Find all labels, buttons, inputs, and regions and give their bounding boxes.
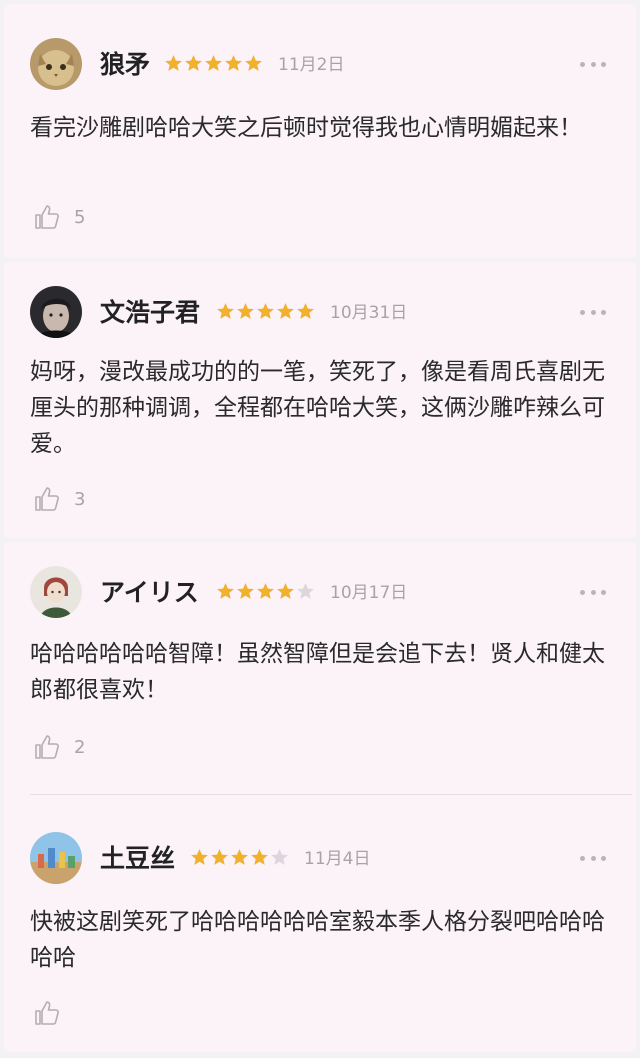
star-filled-icon bbox=[251, 849, 268, 865]
more-options-icon[interactable] bbox=[580, 854, 606, 862]
review-header: 土豆丝 11月4日 bbox=[4, 832, 636, 888]
review-header: 文浩子君 10月31日 bbox=[4, 286, 636, 342]
review-date: 10月17日 bbox=[330, 583, 408, 603]
divider bbox=[30, 794, 632, 795]
review-card: アイリス 10月17日 哈哈哈哈哈哈智障！虽然智障但是会追下去！贤人和健太郎都很… bbox=[4, 542, 636, 1052]
review-card: 狼矛 11月2日 看完沙雕剧哈哈大笑之后顿时觉得我也心情明媚起来！ 5 bbox=[4, 4, 636, 258]
avatar[interactable] bbox=[30, 38, 82, 90]
like-button[interactable]: 2 bbox=[34, 732, 85, 762]
review-text: 妈呀，漫改最成功的的一笔，笑死了，像是看周氏喜剧无厘头的那种调调，全程都在哈哈大… bbox=[30, 359, 605, 457]
star-filled-icon bbox=[191, 849, 208, 865]
like-count: 5 bbox=[74, 206, 86, 228]
like-count: 2 bbox=[74, 736, 86, 758]
more-options-icon[interactable] bbox=[580, 588, 606, 596]
star-filled-icon bbox=[277, 583, 294, 599]
star-filled-icon bbox=[237, 583, 254, 599]
star-filled-icon bbox=[165, 55, 182, 71]
star-filled-icon bbox=[217, 583, 234, 599]
review-text: 看完沙雕剧哈哈大笑之后顿时觉得我也心情明媚起来！ bbox=[30, 115, 582, 141]
star-filled-icon bbox=[225, 55, 242, 71]
star-filled-icon bbox=[185, 55, 202, 71]
like-button[interactable]: 3 bbox=[34, 484, 85, 514]
reviewer-name[interactable]: 土豆丝 bbox=[100, 844, 175, 874]
avatar[interactable] bbox=[30, 286, 82, 338]
thumbs-up-icon bbox=[35, 487, 59, 511]
rating-stars bbox=[190, 848, 289, 872]
review-card: 文浩子君 10月31日 妈呀，漫改最成功的的一笔，笑死了，像是看周氏喜剧无厘头的… bbox=[4, 262, 636, 538]
more-options-icon[interactable] bbox=[580, 60, 606, 68]
review-date: 11月4日 bbox=[304, 849, 371, 869]
review-header: 狼矛 11月2日 bbox=[4, 38, 636, 94]
like-button[interactable] bbox=[34, 998, 74, 1028]
more-options-icon[interactable] bbox=[580, 308, 606, 316]
review-date: 11月2日 bbox=[278, 55, 345, 75]
thumbs-up-icon bbox=[35, 205, 59, 229]
avatar[interactable] bbox=[30, 566, 82, 618]
star-empty-icon bbox=[271, 849, 288, 865]
star-filled-icon bbox=[257, 583, 274, 599]
review-text: 哈哈哈哈哈哈智障！虽然智障但是会追下去！贤人和健太郎都很喜欢！ bbox=[30, 641, 605, 703]
star-filled-icon bbox=[205, 55, 222, 71]
star-filled-icon bbox=[257, 303, 274, 319]
reviewer-name[interactable]: アイリス bbox=[100, 578, 199, 608]
reviewer-name[interactable]: 文浩子君 bbox=[100, 298, 200, 328]
reviewer-name[interactable]: 狼矛 bbox=[100, 50, 150, 80]
star-filled-icon bbox=[217, 303, 234, 319]
rating-stars bbox=[216, 302, 315, 326]
star-filled-icon bbox=[231, 849, 248, 865]
thumbs-up-icon bbox=[35, 735, 59, 759]
rating-stars bbox=[216, 582, 315, 606]
rating-stars bbox=[164, 54, 263, 78]
review-date: 10月31日 bbox=[330, 303, 408, 323]
star-empty-icon bbox=[297, 583, 314, 599]
star-filled-icon bbox=[211, 849, 228, 865]
star-filled-icon bbox=[245, 55, 262, 71]
star-filled-icon bbox=[237, 303, 254, 319]
star-filled-icon bbox=[277, 303, 294, 319]
avatar[interactable] bbox=[30, 832, 82, 884]
thumbs-up-icon bbox=[35, 1001, 59, 1025]
star-filled-icon bbox=[297, 303, 314, 319]
like-button[interactable]: 5 bbox=[34, 202, 85, 232]
like-count: 3 bbox=[74, 488, 86, 510]
review-header: アイリス 10月17日 bbox=[4, 566, 636, 622]
review-text: 快被这剧笑死了哈哈哈哈哈哈室毅本季人格分裂吧哈哈哈哈哈 bbox=[30, 909, 605, 971]
